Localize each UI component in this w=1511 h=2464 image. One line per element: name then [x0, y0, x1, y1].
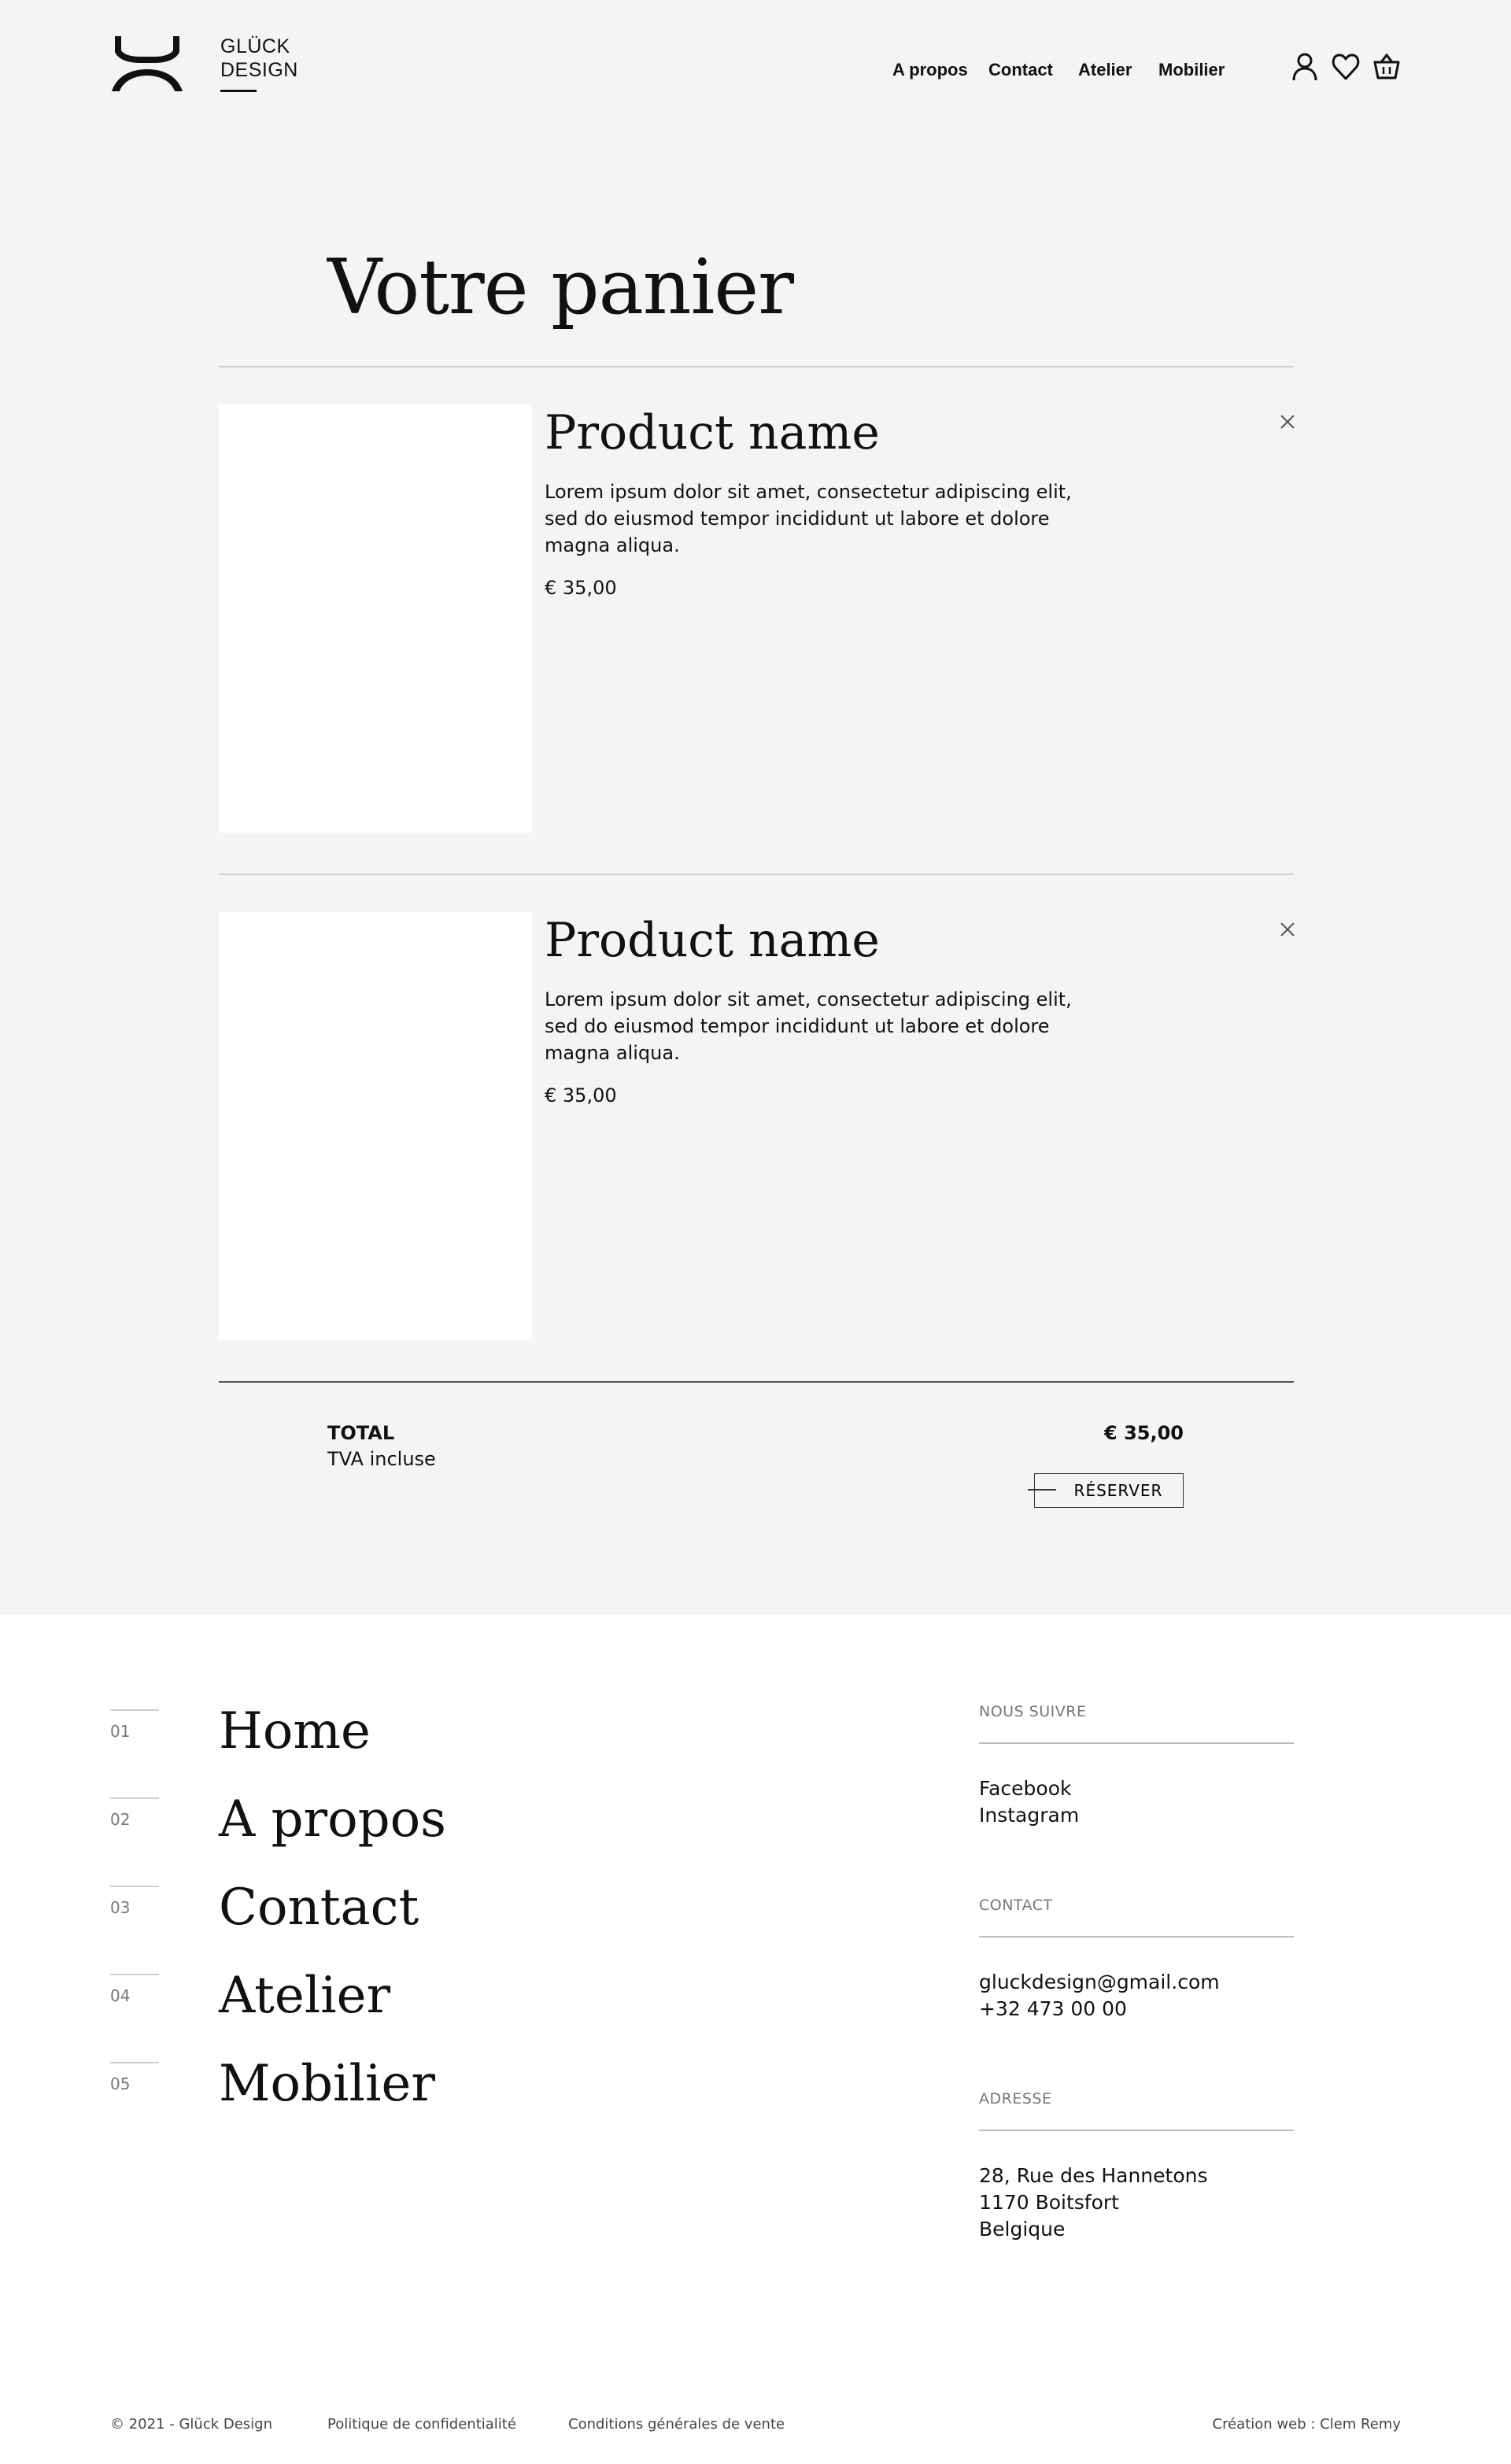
- nav-item-mobilier[interactable]: Mobilier: [1158, 60, 1225, 80]
- address-line: 1170 Boitsfort: [979, 2191, 1119, 2214]
- footer-nav-item-mobilier: 05 Mobilier: [110, 2055, 818, 2133]
- heart-icon[interactable]: [1332, 52, 1360, 82]
- product-image[interactable]: [219, 405, 532, 833]
- contact-heading: CONTACT: [979, 1897, 1053, 1914]
- cart-item: Product name Lorem ipsum dolor sit amet,…: [219, 911, 1295, 1342]
- address-line: 28, Rue des Hannetons: [979, 2164, 1208, 2187]
- user-icon[interactable]: [1291, 52, 1319, 82]
- product-price: € 35,00: [545, 577, 617, 599]
- divider: [219, 366, 1294, 368]
- footer-nav-link[interactable]: Contact: [219, 1875, 419, 1941]
- footer-nav-line: [110, 1974, 159, 1975]
- footer-nav-item-a-propos: 02 A propos: [110, 1790, 818, 1868]
- footer-nav-line: [110, 1709, 159, 1711]
- facebook-link[interactable]: Facebook: [979, 1775, 1071, 1802]
- footer-nav-link[interactable]: Mobilier: [219, 2051, 435, 2117]
- divider: [219, 874, 1294, 875]
- total-value: € 35,00: [1104, 1422, 1184, 1444]
- product-description: Lorem ipsum dolor sit amet, consectetur …: [545, 481, 1072, 556]
- footer-nav-number: 01: [110, 1722, 131, 1741]
- product-image[interactable]: [219, 912, 532, 1340]
- footer-nav-number: 02: [110, 1810, 131, 1829]
- close-icon[interactable]: [1276, 918, 1299, 940]
- footer-nav-number: 05: [110, 2074, 131, 2093]
- logo-mark-icon: [112, 36, 183, 91]
- close-icon[interactable]: [1276, 411, 1299, 433]
- email-link[interactable]: gluckdesign@gmail.com: [979, 1969, 1220, 1996]
- terms-link[interactable]: Conditions générales de vente: [568, 2416, 785, 2433]
- footer-nav-item-atelier: 04 Atelier: [110, 1967, 818, 2045]
- product-price: € 35,00: [545, 1084, 617, 1106]
- footer-nav-item-home: 01 Home: [110, 1702, 818, 1780]
- page-title: Votre panier: [327, 243, 794, 331]
- address-line: Belgique: [979, 2218, 1066, 2241]
- product-name[interactable]: Product name: [545, 911, 880, 970]
- footer-nav-link[interactable]: Home: [219, 1698, 371, 1764]
- reserve-button[interactable]: RÉSERVER: [1034, 1473, 1184, 1508]
- total-label: TOTAL: [327, 1422, 395, 1444]
- reserve-button-accent: [1028, 1489, 1056, 1491]
- nav-item-atelier[interactable]: Atelier: [1078, 60, 1132, 80]
- follow-heading: NOUS SUIVRE: [979, 1703, 1087, 1720]
- nav-item-a-propos[interactable]: A propos: [892, 60, 968, 80]
- address-heading: ADRESSE: [979, 2090, 1052, 2108]
- divider: [979, 2130, 1294, 2131]
- footer-nav-link[interactable]: A propos: [219, 1786, 446, 1853]
- instagram-link[interactable]: Instagram: [979, 1802, 1079, 1829]
- brand-underline: [220, 90, 257, 92]
- credit-link[interactable]: Création web : Clem Remy: [1213, 2416, 1401, 2433]
- copyright: © 2021 - Glück Design: [110, 2416, 273, 2433]
- footer-nav-link[interactable]: Atelier: [219, 1963, 390, 2029]
- footer-nav-line: [110, 1886, 159, 1887]
- total-tax-note: TVA incluse: [327, 1448, 436, 1470]
- product-name[interactable]: Product name: [545, 403, 880, 463]
- brand-name: GLÜCK DESIGN: [220, 35, 298, 82]
- basket-icon[interactable]: [1372, 52, 1401, 82]
- brand-line-2: DESIGN: [220, 59, 298, 81]
- brand-line-1: GLÜCK: [220, 35, 290, 57]
- divider: [979, 1936, 1294, 1938]
- divider: [979, 1742, 1294, 1744]
- footer-nav-number: 04: [110, 1986, 131, 2005]
- footer-nav-item-contact: 03 Contact: [110, 1878, 818, 1956]
- footer-nav-line: [110, 2062, 159, 2063]
- nav-item-contact[interactable]: Contact: [988, 60, 1053, 80]
- footer-nav-number: 03: [110, 1898, 131, 1917]
- product-description: Lorem ipsum dolor sit amet, consectetur …: [545, 988, 1072, 1064]
- cart-item: Product name Lorem ipsum dolor sit amet,…: [219, 403, 1295, 834]
- footer-nav-line: [110, 1797, 159, 1799]
- total-divider: [219, 1381, 1294, 1383]
- privacy-link[interactable]: Politique de confidentialité: [327, 2416, 516, 2433]
- phone-link[interactable]: +32 473 00 00: [979, 1996, 1127, 2023]
